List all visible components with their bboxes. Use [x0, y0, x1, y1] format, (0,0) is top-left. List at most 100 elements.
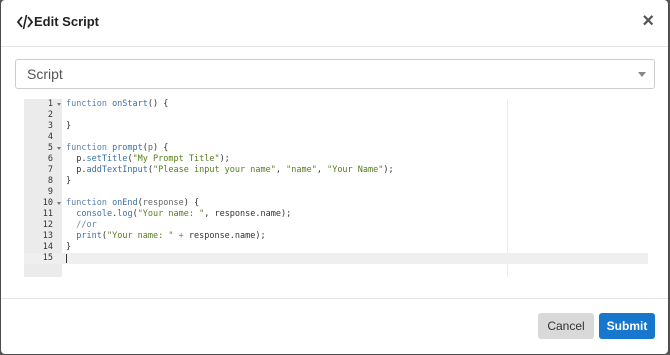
- code-token: addTextInput: [86, 165, 148, 175]
- line-number: 7: [47, 165, 53, 175]
- gutter-cell: 15: [24, 253, 62, 264]
- code-token: log: [117, 209, 133, 219]
- line-number: 10: [42, 198, 53, 208]
- code-text: p.setTitle("My Prompt Title");: [66, 154, 230, 165]
- code-token: onStart: [112, 99, 148, 109]
- line-number: 6: [47, 154, 53, 164]
- code-line[interactable]: 9: [24, 187, 648, 198]
- code-text: }: [66, 121, 71, 132]
- text-cursor: [66, 254, 67, 263]
- code-line[interactable]: 1 function onStart() {: [24, 99, 648, 110]
- gutter-cell: 10: [24, 198, 62, 209]
- line-number: 5: [47, 143, 53, 153]
- gutter-cell: 9: [24, 187, 62, 198]
- dialog-title: Edit Script: [34, 14, 100, 29]
- gutter-cell: 2: [24, 110, 62, 121]
- code-line[interactable]: 5 function prompt(p) {: [24, 143, 648, 154]
- line-number: 13: [42, 231, 53, 241]
- code-line[interactable]: 3}: [24, 121, 648, 132]
- code-token: function: [66, 99, 113, 109]
- gutter-cell: 14: [24, 242, 62, 253]
- code-token: }: [66, 176, 72, 186]
- fold-arrow-icon[interactable]: [57, 202, 61, 205]
- code-lines: 1 function onStart() {2 3} 4 5 function promp…: [24, 99, 648, 264]
- gutter-cell: 7: [24, 165, 62, 176]
- code-token: "name": [286, 165, 317, 175]
- line-number: 14: [42, 242, 53, 252]
- line-number: 4: [47, 132, 53, 142]
- code-token: p.: [66, 154, 87, 164]
- code-text: console.log("Your name: ", response.name…: [66, 209, 291, 220]
- fold-arrow-icon[interactable]: [57, 103, 61, 106]
- code-text: }: [66, 176, 71, 187]
- close-icon[interactable]: ×: [642, 11, 654, 31]
- cancel-button[interactable]: Cancel: [538, 313, 594, 339]
- line-number: 1: [47, 99, 53, 109]
- code-line[interactable]: 11 console.log("Your name: ", response.n…: [24, 209, 648, 220]
- code-icon: [16, 13, 34, 31]
- gutter-cell: 8: [24, 176, 62, 187]
- code-token: print: [76, 231, 102, 241]
- gutter-cell: 4: [24, 132, 62, 143]
- code-token: response: [142, 198, 184, 208]
- script-type-select[interactable]: Script: [15, 59, 655, 89]
- line-number: 11: [42, 209, 53, 219]
- code-line[interactable]: 13 print("Your name: " + response.name);: [24, 231, 648, 242]
- code-token: "Your name: ": [137, 209, 205, 219]
- code-token: function: [66, 143, 113, 153]
- code-text: print("Your name: " + response.name);: [66, 231, 266, 242]
- line-number: 15: [42, 253, 53, 263]
- code-line[interactable]: 15: [24, 253, 648, 264]
- line-number: 2: [47, 110, 53, 120]
- code-token: );: [383, 165, 394, 175]
- code-line[interactable]: 10 function onEnd(response) {: [24, 198, 648, 209]
- code-token: "Please input your name": [153, 165, 276, 175]
- code-line[interactable]: 6 p.setTitle("My Prompt Title");: [24, 154, 648, 165]
- code-token: "Your Name": [327, 165, 384, 175]
- code-token: }: [66, 121, 72, 131]
- code-token: function: [66, 198, 113, 208]
- code-line[interactable]: 12 //or: [24, 220, 648, 231]
- edit-script-dialog: Edit Script × Script 1 function onStart()…: [1, 0, 668, 354]
- select-value: Script: [27, 66, 63, 82]
- code-token: ) {: [153, 143, 169, 153]
- fold-arrow-icon[interactable]: [57, 147, 61, 150]
- gutter-cell: 6: [24, 154, 62, 165]
- code-line[interactable]: 8}: [24, 176, 648, 187]
- code-text: }: [66, 242, 71, 253]
- code-token: +: [173, 231, 189, 241]
- line-number: 9: [47, 187, 53, 197]
- code-editor[interactable]: 1 function onStart() {2 3} 4 5 function promp…: [24, 99, 648, 277]
- code-token: "Your name: ": [106, 231, 174, 241]
- line-number: 8: [47, 176, 53, 186]
- code-text: function prompt(p) {: [66, 143, 168, 154]
- code-text: //or: [66, 220, 96, 231]
- code-text: function onStart() {: [66, 99, 168, 110]
- line-number: 3: [47, 121, 53, 131]
- code-token: prompt: [112, 143, 143, 153]
- submit-button[interactable]: Submit: [599, 313, 655, 339]
- code-text: p.addTextInput("Please input your name",…: [66, 165, 394, 176]
- code-text: function onEnd(response) {: [66, 198, 199, 209]
- code-token: }: [66, 242, 72, 252]
- gutter-cell: 5: [24, 143, 62, 154]
- code-token: , response.name);: [204, 209, 292, 219]
- code-line[interactable]: 4: [24, 132, 648, 143]
- code-token: setTitle: [86, 154, 128, 164]
- gutter-cell: 11: [24, 209, 62, 220]
- code-token: response.name);: [188, 231, 266, 241]
- code-token: ) {: [183, 198, 200, 208]
- code-line[interactable]: 2: [24, 110, 648, 121]
- line-number: 12: [42, 220, 53, 230]
- code-line[interactable]: 14}: [24, 242, 648, 253]
- code-token: () {: [147, 99, 169, 109]
- code-token: p.: [66, 165, 87, 175]
- dialog-footer: Cancel Submit: [1, 298, 668, 354]
- code-token: onEnd: [112, 198, 138, 208]
- gutter-cell: 12: [24, 220, 62, 231]
- gutter-cell: 3: [24, 121, 62, 132]
- code-line[interactable]: 7 p.addTextInput("Please input your name…: [24, 165, 648, 176]
- chevron-down-icon: [638, 72, 646, 77]
